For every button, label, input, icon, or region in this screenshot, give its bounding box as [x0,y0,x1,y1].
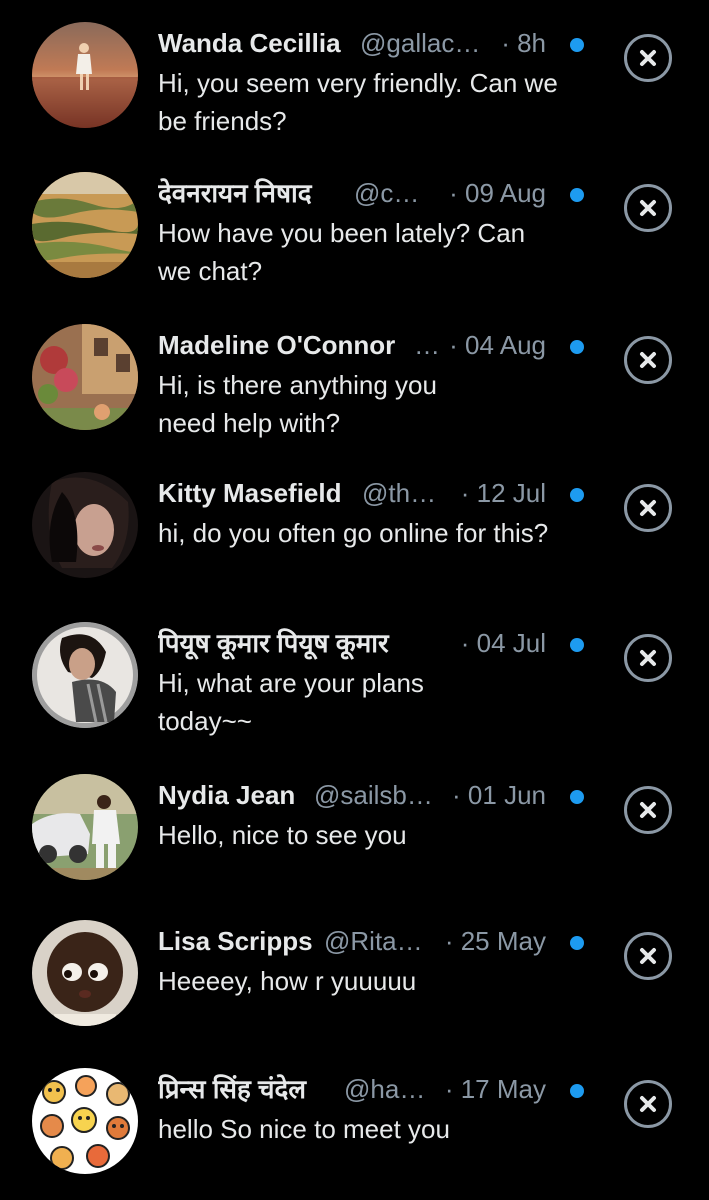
message-preview[interactable]: Hello, nice to see you [158,816,558,854]
unread-dot-icon [570,340,584,354]
avatar[interactable] [32,920,138,1026]
sender-handle[interactable]: @th… [362,476,438,510]
message-request-row[interactable]: पियूष कूमार पियूष कूमार · 04 Jul Hi, wha… [0,622,709,742]
close-circle-icon[interactable] [624,34,672,82]
avatar[interactable] [32,324,138,430]
avatar[interactable] [32,774,138,880]
sender-handle[interactable]: @ha… [344,1072,434,1106]
sender-handle[interactable]: @Rita… [324,924,428,958]
message-preview[interactable]: Hi, you seem very friendly. Can we be fr… [158,64,558,140]
unread-dot-icon [570,488,584,502]
sender-name[interactable]: Madeline O'Connor [158,328,410,362]
avatar[interactable] [32,1068,138,1174]
timestamp: · 8h [501,28,546,58]
avatar[interactable] [32,22,138,128]
close-circle-icon[interactable] [624,634,672,682]
message-request-row[interactable]: Nydia Jean @sailsb… · 01 Jun Hello, nice… [0,774,709,884]
avatar[interactable] [32,172,138,278]
message-request-row[interactable]: Wanda Cecillia @gallac… · 8h Hi, you see… [0,22,709,142]
message-preview[interactable]: hi, do you often go online for this? [158,514,558,552]
timestamp: · 09 Aug [449,178,546,208]
sender-handle[interactable]: @sailsb… [314,778,440,812]
sender-handle[interactable]: @gallac… [360,26,490,60]
avatar[interactable] [32,472,138,578]
message-request-row[interactable]: देवनरायन निषाद @ch… · 09 Aug How have yo… [0,172,709,292]
unread-dot-icon [570,1084,584,1098]
unread-dot-icon [570,790,584,804]
message-preview[interactable]: Hi, what are your plans today~~ [158,664,478,740]
close-circle-icon[interactable] [624,484,672,532]
close-circle-icon[interactable] [624,336,672,384]
sender-name[interactable]: देवनरायन निषाद [158,176,350,210]
timestamp: · 04 Jul [460,628,546,658]
unread-dot-icon [570,638,584,652]
message-preview[interactable]: How have you been lately? Can we chat? [158,214,558,290]
close-circle-icon[interactable] [624,184,672,232]
message-request-row[interactable]: Lisa Scripps @Rita… · 25 May Heeeey, how… [0,920,709,1030]
sender-name[interactable]: Nydia Jean [158,778,308,812]
message-preview[interactable]: hello So nice to meet you [158,1110,558,1148]
message-preview[interactable]: Heeeey, how r yuuuuu [158,962,558,1000]
message-request-row[interactable]: प्रिन्स सिंह चंदेल @ha… · 17 May hello S… [0,1068,709,1178]
sender-name[interactable]: प्रिन्स सिंह चंदेल [158,1072,344,1106]
close-circle-icon[interactable] [624,932,672,980]
sender-name[interactable]: पियूष कूमार पियूष कूमार [158,626,444,660]
unread-dot-icon [570,188,584,202]
sender-name[interactable]: Kitty Masefield [158,476,358,510]
unread-dot-icon [570,38,584,52]
timestamp: · 12 Jul [460,478,546,508]
message-preview[interactable]: Hi, is there anything you need help with… [158,366,488,442]
sender-handle[interactable]: … [414,328,438,362]
timestamp: · 25 May [444,926,546,956]
timestamp: · 04 Aug [449,330,546,360]
close-circle-icon[interactable] [624,1080,672,1128]
sender-name[interactable]: Lisa Scripps [158,924,320,958]
sender-handle[interactable]: @ch… [354,176,424,210]
message-request-row[interactable]: Madeline O'Connor … · 04 Aug Hi, is ther… [0,324,709,444]
avatar[interactable] [32,622,138,728]
timestamp: · 17 May [444,1074,546,1104]
sender-name[interactable]: Wanda Cecillia [158,26,352,60]
timestamp: · 01 Jun [452,780,546,810]
message-request-row[interactable]: Kitty Masefield @th… · 12 Jul hi, do you… [0,472,709,592]
unread-dot-icon [570,936,584,950]
close-circle-icon[interactable] [624,786,672,834]
